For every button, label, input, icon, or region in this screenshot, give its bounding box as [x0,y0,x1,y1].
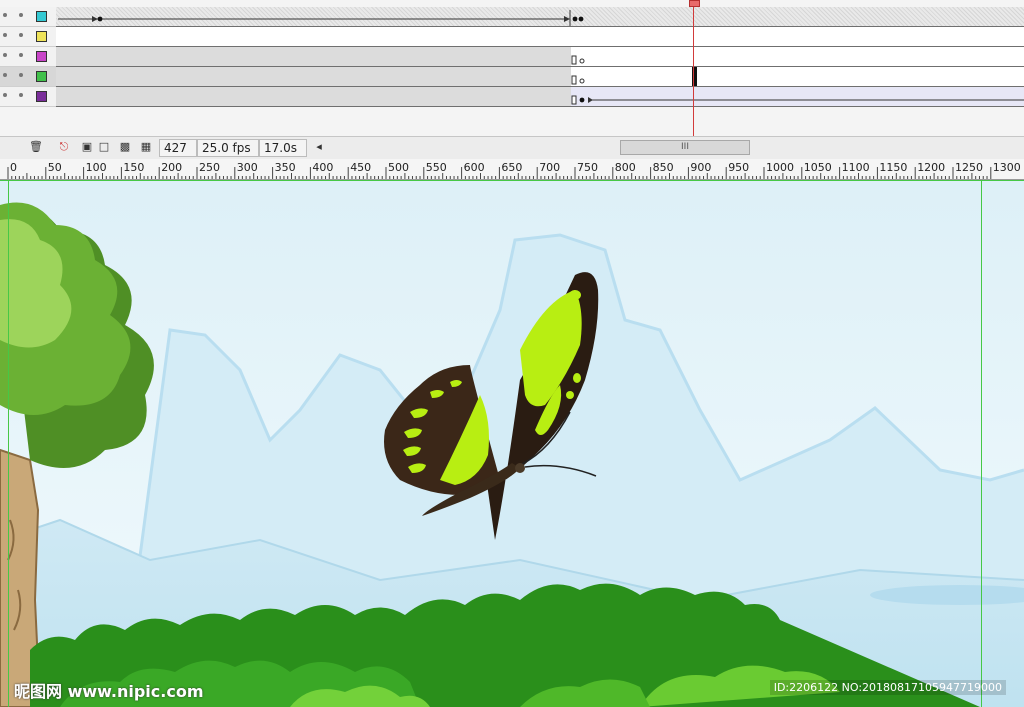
ruler-label: 1250 [955,161,983,174]
scroll-left-icon[interactable]: ◂ [312,140,326,154]
ruler-label: 500 [388,161,409,174]
lock-dot[interactable] [19,53,23,57]
ruler-label: 800 [615,161,636,174]
edit-multiple-frames-icon[interactable]: ▩ [118,140,132,154]
ruler-label: 50 [48,161,62,174]
ruler-label: 750 [577,161,598,174]
ruler-label: 1150 [879,161,907,174]
layer-color-swatch[interactable] [36,91,47,102]
stage-boundary-right [981,180,982,707]
layer-frames[interactable] [56,67,1024,87]
playhead-handle[interactable] [689,0,700,7]
layer-row[interactable] [0,67,1024,87]
layer-controls [0,7,56,27]
ruler-label: 1000 [766,161,794,174]
ruler-label: 700 [539,161,560,174]
layer-frames[interactable] [56,47,1024,67]
visibility-dot[interactable] [3,13,7,17]
ruler-label: 1100 [842,161,870,174]
keyframe-span [56,47,585,66]
motion-tween-arrow [58,10,584,26]
lock-dot[interactable] [19,13,23,17]
horizontal-scrollbar-thumb[interactable]: III [620,140,750,155]
motion-tween-arrow [56,87,1024,106]
ruler-label: 600 [464,161,485,174]
ruler-label: 450 [350,161,371,174]
layer-color-swatch[interactable] [36,51,47,62]
stage-boundary-top [0,180,1024,181]
ruler-label: 1200 [917,161,945,174]
layer-controls [0,87,56,107]
ruler-label: 650 [501,161,522,174]
ruler-label: 100 [86,161,107,174]
ruler-label: 850 [653,161,674,174]
layer-color-swatch[interactable] [36,71,47,82]
current-frame-field[interactable]: 427 [159,139,197,157]
ruler-label: 1300 [993,161,1021,174]
ruler-ticks: 0 50 100 150 200 250 300 350 400 450 500 550 600 650 7… [7,161,1021,179]
ruler-label: 550 [426,161,447,174]
stage-boundary-left [8,180,9,707]
layer-color-swatch[interactable] [36,31,47,42]
ruler-label: 200 [161,161,182,174]
layer-color-swatch[interactable] [36,11,47,22]
elapsed-time-field: 17.0s [259,139,307,157]
site-watermark: 昵图网 www.nipic.com [14,682,204,701]
ruler-label: 300 [237,161,258,174]
horizontal-ruler: 0 50 100 150 200 250 300 350 400 450 500 550 600 650 7… [0,159,1024,180]
scene-artwork [0,180,1024,707]
layer-row[interactable] [0,87,1024,107]
visibility-dot[interactable] [3,73,7,77]
trash-icon[interactable]: 🗑 [29,140,43,154]
stage-canvas[interactable] [0,180,1024,707]
layer-row[interactable] [0,7,1024,27]
ruler-label: 400 [312,161,333,174]
ruler-label: 0 [10,161,17,174]
center-frame-icon[interactable]: ⎋ [57,140,71,154]
ruler-label: 1050 [804,161,832,174]
ruler-label: 900 [690,161,711,174]
image-id-watermark: ID:2206122 NO:20180817105947719000 [769,680,1006,695]
lock-dot[interactable] [19,93,23,97]
lock-dot[interactable] [19,33,23,37]
layer-frames[interactable] [56,7,1024,27]
ruler-label: 350 [275,161,296,174]
onion-skin-outline-icon[interactable]: □ [97,140,111,154]
playhead-line[interactable] [693,0,694,138]
layer-frames[interactable] [56,87,1024,107]
timeline-panel [0,0,1024,138]
ruler-label: 950 [728,161,749,174]
keyframe-span [56,67,697,86]
ruler-label: 250 [199,161,220,174]
layer-row[interactable] [0,27,1024,47]
visibility-dot[interactable] [3,53,7,57]
frame-rate-field[interactable]: 25.0 fps [197,139,259,157]
modify-onion-markers-icon[interactable]: ▦ [139,140,153,154]
layer-frames[interactable] [56,27,1024,47]
ruler-label: 150 [123,161,144,174]
lock-dot[interactable] [19,73,23,77]
onion-skin-icon[interactable]: ▣ [80,140,94,154]
timeline-footer: 🗑 ⎋ ▣ □ ▩ ▦ 427 25.0 fps 17.0s ◂ III [0,136,1024,160]
layer-controls [0,27,56,47]
visibility-dot[interactable] [3,33,7,37]
visibility-dot[interactable] [3,93,7,97]
layer-controls [0,47,56,67]
layer-controls [0,67,56,87]
layer-row[interactable] [0,47,1024,67]
